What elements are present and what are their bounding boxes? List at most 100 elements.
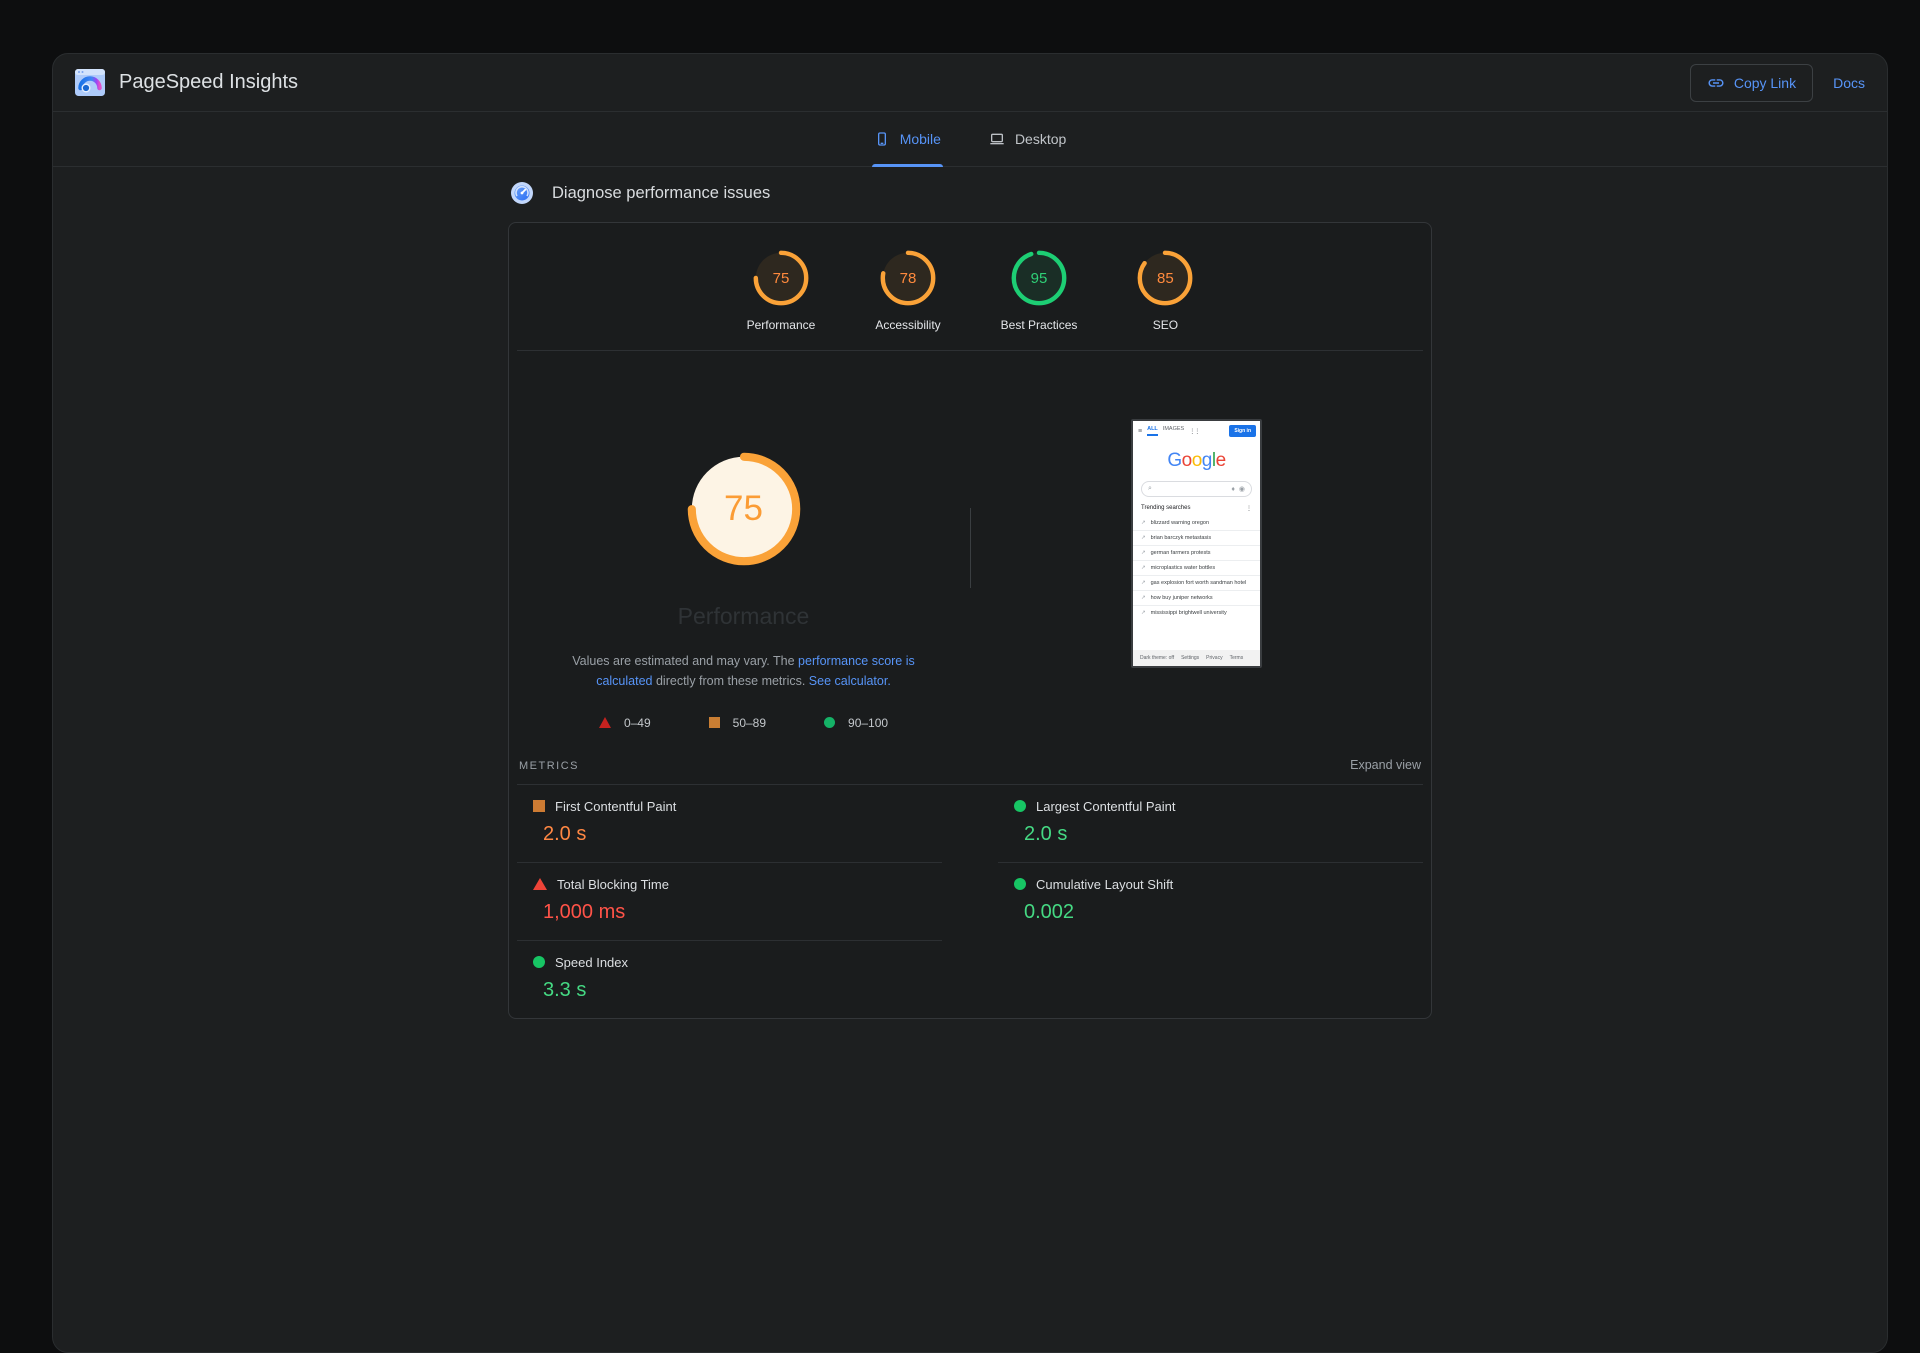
category-score: 78 bbox=[880, 250, 936, 306]
overview-section: 75 Performance Values are estimated and … bbox=[517, 351, 1423, 750]
mini-trending-item: ↗ brian barczyk metastasis bbox=[1133, 530, 1260, 545]
mini-tab-images: IMAGES bbox=[1163, 426, 1184, 436]
mini-trending-list: ↗ blizzard warning oregon ↗ brian barczy… bbox=[1133, 516, 1260, 620]
mini-trending-item: ↗ gas explosion fort worth sandman hotel bbox=[1133, 575, 1260, 590]
mini-lens-icon: ◉ bbox=[1239, 485, 1245, 493]
disclaimer-text: directly from these metrics. bbox=[653, 674, 809, 688]
copy-link-label: Copy Link bbox=[1734, 75, 1796, 91]
category-label: SEO bbox=[1153, 318, 1178, 332]
legend-glyph-icon bbox=[709, 717, 720, 728]
mini-footer-link: Privacy bbox=[1206, 655, 1222, 661]
metric-row: Largest Contentful Paint 2.0 s bbox=[998, 785, 1423, 863]
mini-trending-item: ↗ german farmers protests bbox=[1133, 545, 1260, 560]
docs-link[interactable]: Docs bbox=[1833, 75, 1865, 91]
category-gauge[interactable]: 75 Performance bbox=[747, 250, 816, 332]
legend-range: 90–100 bbox=[848, 716, 888, 730]
mini-search-icon: ⌕ bbox=[1148, 485, 1152, 493]
mini-trending-item: ↗ mississippi brightwell university bbox=[1133, 605, 1260, 620]
mini-trending-label: Trending searches bbox=[1141, 505, 1190, 512]
metrics-header: METRICS Expand view bbox=[517, 750, 1423, 785]
metric-value: 3.3 s bbox=[543, 979, 942, 1002]
app-title: PageSpeed Insights bbox=[119, 71, 298, 94]
copy-link-button[interactable]: Copy Link bbox=[1690, 64, 1813, 102]
metric-row: Total Blocking Time 1,000 ms bbox=[517, 863, 942, 941]
legend-range: 50–89 bbox=[733, 716, 766, 730]
tab-desktop[interactable]: Desktop bbox=[987, 112, 1068, 166]
desktop-laptop-icon bbox=[989, 131, 1005, 147]
section-title: Diagnose performance issues bbox=[552, 184, 770, 203]
metric-value: 0.002 bbox=[1024, 901, 1423, 924]
page-screenshot-thumbnail[interactable]: ≡ ALL IMAGES ⋮⋮ Sign in Google ⌕ ♦ ◉ bbox=[1131, 419, 1262, 668]
expand-view-link[interactable]: Expand view bbox=[1350, 758, 1421, 772]
legend-item: 50–89 bbox=[709, 716, 766, 730]
section-heading: Diagnose performance issues bbox=[510, 181, 1432, 205]
mini-trend-arrow-icon: ↗ bbox=[1141, 520, 1146, 526]
pagespeed-logo-icon bbox=[75, 69, 105, 96]
metrics-column-right: Largest Contentful Paint 2.0 s Cumulativ… bbox=[998, 785, 1423, 1018]
metric-status-icon bbox=[533, 800, 545, 812]
mini-footer-link: Dark theme: off bbox=[1140, 655, 1174, 661]
mini-trending-item: ↗ blizzard warning oregon bbox=[1133, 516, 1260, 530]
legend-item: 0–49 bbox=[599, 716, 651, 730]
metric-name: Largest Contentful Paint bbox=[1036, 799, 1175, 814]
performance-gauge-label: Performance bbox=[678, 603, 810, 630]
metric-name: Cumulative Layout Shift bbox=[1036, 877, 1173, 892]
tab-mobile[interactable]: Mobile bbox=[872, 112, 943, 166]
category-gauge[interactable]: 85 SEO bbox=[1137, 250, 1193, 332]
diagnose-gauge-icon bbox=[510, 181, 534, 205]
metric-row: Cumulative Layout Shift 0.002 bbox=[998, 863, 1423, 940]
score-disclaimer: Values are estimated and may vary. The p… bbox=[546, 652, 942, 692]
metric-status-icon bbox=[1014, 878, 1026, 890]
mini-signin-button: Sign in bbox=[1229, 425, 1256, 437]
metric-value: 1,000 ms bbox=[543, 901, 942, 924]
strategy-tabs: Mobile Desktop bbox=[53, 112, 1887, 167]
metric-name: Speed Index bbox=[555, 955, 628, 970]
metric-status-icon bbox=[533, 878, 547, 890]
tab-mobile-label: Mobile bbox=[900, 131, 941, 147]
mini-trend-arrow-icon: ↗ bbox=[1141, 565, 1146, 571]
mini-more-icon: ⋮ bbox=[1246, 505, 1252, 512]
see-calculator-link[interactable]: See calculator. bbox=[809, 674, 891, 688]
mini-apps-icon: ⋮⋮ bbox=[1189, 428, 1199, 435]
metric-row: First Contentful Paint 2.0 s bbox=[517, 785, 942, 863]
mobile-phone-icon bbox=[874, 131, 890, 147]
metric-value: 2.0 s bbox=[543, 823, 942, 846]
link-icon bbox=[1707, 74, 1725, 92]
score-legend: 0–49 50–89 90–100 bbox=[599, 716, 888, 730]
mini-trending-item: ↗ how buy juniper networks bbox=[1133, 590, 1260, 605]
category-label: Performance bbox=[747, 318, 816, 332]
report-card: 75 Performance 78 Accessibility 95 Best … bbox=[508, 222, 1432, 1019]
category-gauge[interactable]: 78 Accessibility bbox=[875, 250, 940, 332]
legend-glyph-icon bbox=[824, 717, 835, 728]
category-gauge[interactable]: 95 Best Practices bbox=[1001, 250, 1078, 332]
metrics-grid: First Contentful Paint 2.0 s Total Block… bbox=[517, 785, 1423, 1018]
tab-desktop-label: Desktop bbox=[1015, 131, 1066, 147]
performance-score-value: 75 bbox=[686, 451, 802, 567]
metrics-title: METRICS bbox=[519, 760, 579, 772]
main-panel: PageSpeed Insights Copy Link Docs Mobile bbox=[52, 53, 1888, 1353]
mini-google-logo: Google bbox=[1133, 450, 1260, 472]
metric-value: 2.0 s bbox=[1024, 823, 1423, 846]
category-label: Accessibility bbox=[875, 318, 940, 332]
legend-glyph-icon bbox=[599, 717, 611, 728]
metric-row: Speed Index 3.3 s bbox=[517, 941, 942, 1018]
mini-footer-link: Terms bbox=[1230, 655, 1244, 661]
mini-search-bar: ⌕ ♦ ◉ bbox=[1141, 481, 1252, 497]
metric-status-icon bbox=[533, 956, 545, 968]
mini-footer: Dark theme: offSettingsPrivacyTerms bbox=[1133, 650, 1260, 666]
mini-trend-arrow-icon: ↗ bbox=[1141, 580, 1146, 586]
category-gauges-row: 75 Performance 78 Accessibility 95 Best … bbox=[517, 223, 1423, 351]
legend-item: 90–100 bbox=[824, 716, 888, 730]
mini-trend-arrow-icon: ↗ bbox=[1141, 595, 1146, 601]
category-score: 85 bbox=[1137, 250, 1193, 306]
mini-trend-arrow-icon: ↗ bbox=[1141, 535, 1146, 541]
legend-range: 0–49 bbox=[624, 716, 651, 730]
performance-score-gauge[interactable]: 75 bbox=[686, 451, 802, 567]
category-score: 95 bbox=[1011, 250, 1067, 306]
metric-status-icon bbox=[1014, 800, 1026, 812]
disclaimer-text: Values are estimated and may vary. The bbox=[572, 654, 798, 668]
metric-name: Total Blocking Time bbox=[557, 877, 669, 892]
metrics-column-left: First Contentful Paint 2.0 s Total Block… bbox=[517, 785, 942, 1018]
app-header: PageSpeed Insights Copy Link Docs bbox=[53, 54, 1887, 112]
mini-tab-all: ALL bbox=[1147, 426, 1158, 436]
